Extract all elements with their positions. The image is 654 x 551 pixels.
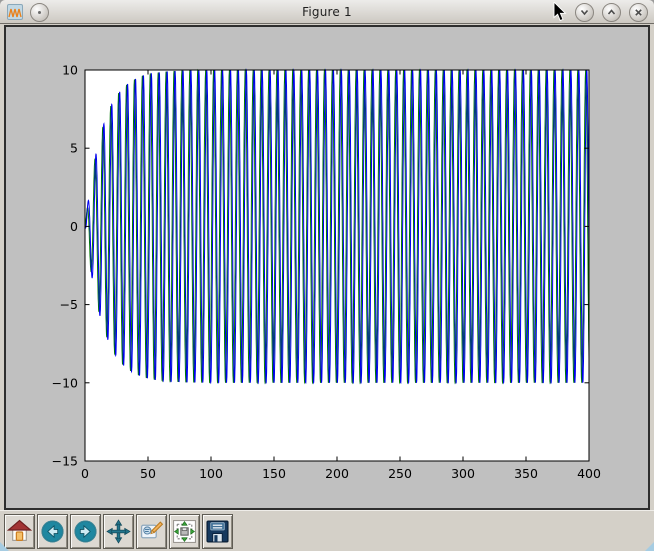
save-button[interactable] [202,514,233,549]
svg-text:10: 10 [62,63,78,78]
forward-icon [73,519,98,544]
resize-grip-right[interactable] [645,542,654,551]
chevron-up-icon [606,7,617,18]
svg-text:5: 5 [70,141,78,156]
titlebar[interactable]: Figure 1 [0,0,654,24]
svg-text:300: 300 [451,466,475,481]
chevron-down-icon [579,7,590,18]
svg-text:−5: −5 [60,297,78,312]
svg-text:0: 0 [81,466,89,481]
svg-text:−10: −10 [52,375,78,390]
back-icon [40,519,65,544]
chart: 0 50 100 150 200 250 300 350 400 −15 −10 −5 0 5 10 [6,27,648,508]
back-button[interactable] [37,514,68,549]
configure-subplots-icon [172,519,197,544]
resize-grip-left[interactable] [0,542,9,551]
pan-icon [106,519,131,544]
svg-text:350: 350 [514,466,538,481]
close-button[interactable] [629,3,648,22]
svg-text:0: 0 [70,219,78,234]
minimize-button[interactable] [575,3,594,22]
window-title: Figure 1 [0,0,654,24]
forward-button[interactable] [70,514,101,549]
svg-text:−15: −15 [52,454,78,469]
svg-text:250: 250 [388,466,412,481]
zoom-to-rect-button[interactable] [136,514,167,549]
close-icon [633,7,644,18]
svg-text:50: 50 [140,466,156,481]
window-controls [575,3,648,22]
home-icon [7,519,32,544]
configure-subplots-button[interactable] [169,514,200,549]
svg-text:400: 400 [577,466,601,481]
zoom-to-rect-icon [139,519,164,544]
maximize-button[interactable] [602,3,621,22]
save-icon [205,519,230,544]
svg-text:100: 100 [199,466,223,481]
svg-text:200: 200 [325,466,349,481]
svg-text:150: 150 [262,466,286,481]
navigation-toolbar [0,510,654,551]
pan-button[interactable] [103,514,134,549]
figure-window: Figure 1 050100150200250300350400−15−10−… [0,0,654,551]
figure-canvas[interactable]: 0 50 100 150 200 250 300 350 400 −15 −10 −5 0 5 10 [4,25,650,510]
